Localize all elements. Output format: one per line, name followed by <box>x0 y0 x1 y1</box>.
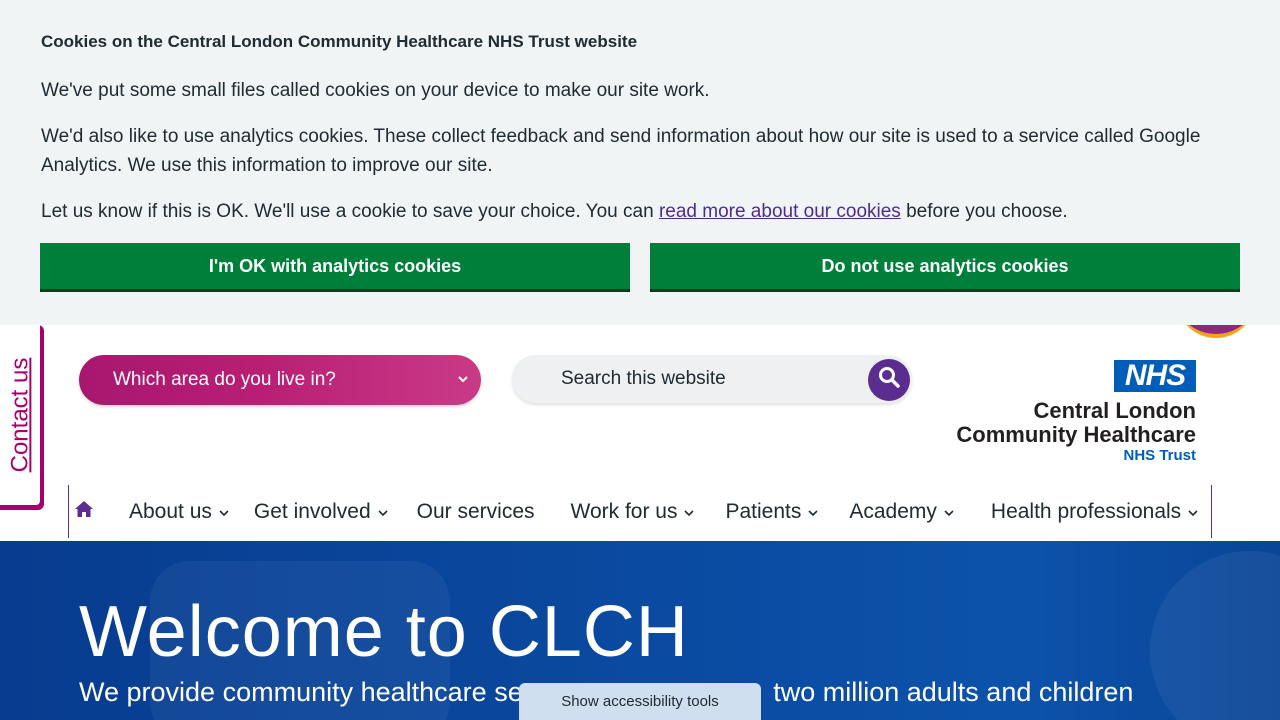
accept-analytics-cookies-button[interactable]: I'm OK with analytics cookies <box>40 243 630 289</box>
nav-item-label: Patients <box>725 499 802 523</box>
chevron-down-icon <box>218 500 230 524</box>
show-accessibility-tools-button[interactable]: Show accessibility tools <box>519 683 761 720</box>
chevron-down-icon <box>457 370 469 396</box>
nav-item-about-us[interactable]: About us <box>129 500 230 524</box>
hero-title: Welcome to CLCH <box>79 592 689 672</box>
nav-item-work-for-us[interactable]: Work for us <box>571 500 696 524</box>
nav-item-patients[interactable]: Patients <box>725 500 819 524</box>
home-icon <box>74 500 94 523</box>
cookie-choice-text-after: before you choose. <box>900 201 1068 222</box>
cookie-buttons: I'm OK with analytics cookies Do not use… <box>40 243 1240 289</box>
nav-item-label: Work for us <box>570 499 678 523</box>
chevron-down-icon <box>683 500 695 524</box>
logo-line-3: NHS Trust <box>1123 447 1196 464</box>
nav-item-our-services[interactable]: Our services <box>417 500 535 524</box>
search-icon <box>877 365 901 395</box>
cookie-analytics-text: We'd also like to use analytics cookies.… <box>41 126 1201 176</box>
cookie-banner-title: Cookies on the Central London Community … <box>41 32 638 51</box>
nav-item-label: Academy <box>849 499 937 523</box>
cookie-intro-text: We've put some small files called cookie… <box>41 80 710 101</box>
area-select-dropdown[interactable]: Which area do you live in? <box>79 355 481 405</box>
nav-item-label: Get involved <box>253 499 371 523</box>
nav-item-label: About us <box>129 499 212 523</box>
search-input[interactable]: Search this website <box>512 355 912 403</box>
search-button[interactable] <box>868 359 910 401</box>
hero-subtitle-right: two million adults and children <box>765 677 1134 707</box>
chevron-down-icon <box>943 500 955 524</box>
contact-us-label[interactable]: Contact us <box>6 358 34 473</box>
contact-us-tab-inner: Contact us <box>0 325 40 505</box>
chevron-down-icon <box>807 500 819 524</box>
logo-line-1: Central London <box>1033 398 1196 423</box>
reject-analytics-cookies-button[interactable]: Do not use analytics cookies <box>650 243 1240 289</box>
nhs-trust-logo[interactable]: NHS Central London Community Healthcare … <box>944 360 1198 464</box>
nav-item-health-professionals[interactable]: Health professionals <box>991 500 1199 524</box>
nav-item-label: Our services <box>416 499 535 523</box>
cookie-choice-text: Let us know if this is OK. We'll use a c… <box>41 197 1240 226</box>
cookie-choice-text-before: Let us know if this is OK. We'll use a c… <box>41 201 659 222</box>
search-placeholder: Search this website <box>561 368 726 389</box>
nhs-badge: NHS <box>1114 360 1196 392</box>
logo-line-2: Community Healthcare <box>956 422 1196 447</box>
read-more-cookies-link[interactable]: read more about our cookies <box>659 201 901 222</box>
hero-background-figure <box>1150 551 1280 720</box>
contact-us-tab[interactable]: Contact us <box>0 325 44 510</box>
chevron-down-icon <box>377 500 389 524</box>
hero-subtitle-left: We provide community healthcare se <box>79 677 523 707</box>
nav-item-get-involved[interactable]: Get involved <box>254 500 389 524</box>
main-nav: About us Get involved Our services Work … <box>68 485 1212 538</box>
area-select-value: Which area do you live in? <box>113 369 336 390</box>
chevron-down-icon <box>1187 500 1199 524</box>
home-link[interactable] <box>69 500 99 523</box>
cookie-banner: Cookies on the Central London Community … <box>0 0 1280 325</box>
nav-item-academy[interactable]: Academy <box>849 500 955 524</box>
nav-item-label: Health professionals <box>990 499 1182 523</box>
